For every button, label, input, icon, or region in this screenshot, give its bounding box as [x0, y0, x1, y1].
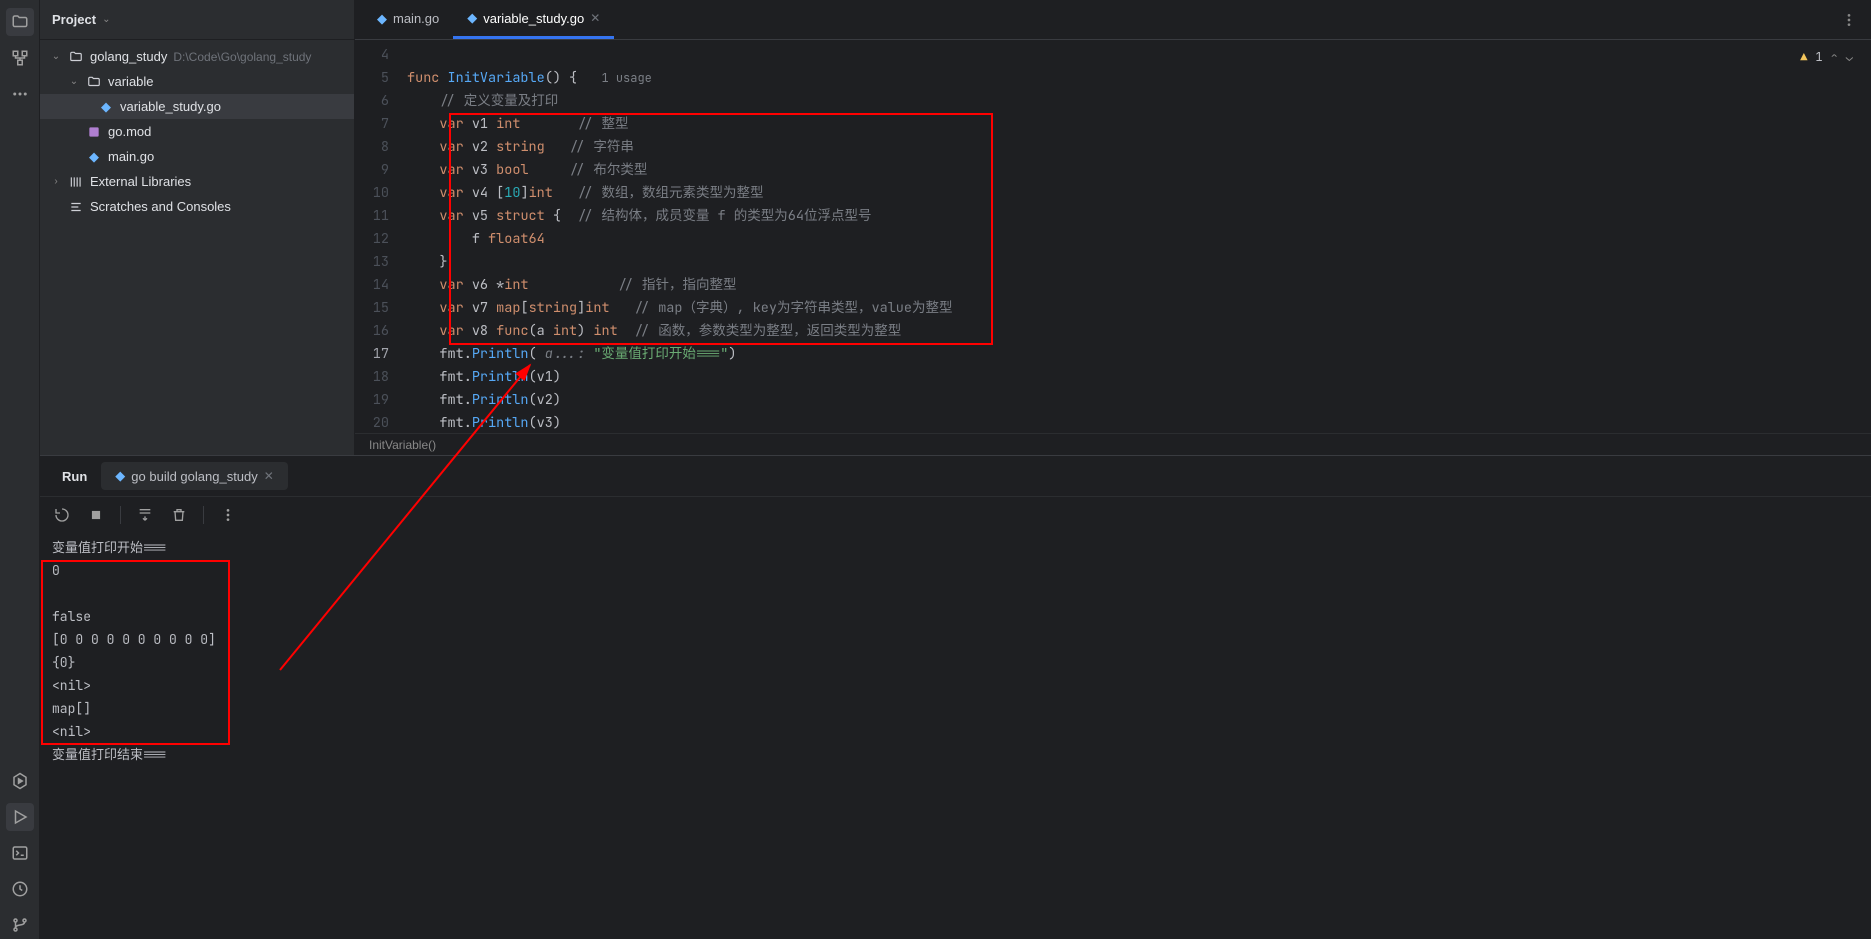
tab-main-label: main.go: [393, 11, 439, 26]
run-panel: Run ◆ go build golang_study ✕: [40, 455, 1871, 939]
scroll-end-button[interactable]: [135, 505, 155, 525]
hexagon-play-icon: [11, 772, 29, 790]
run-config-tab[interactable]: ◆ go build golang_study ✕: [101, 462, 288, 490]
tab-kebab-button[interactable]: [1827, 0, 1871, 39]
tab-variable-study-label: variable_study.go: [483, 11, 584, 26]
more-vertical-icon: [1841, 12, 1857, 28]
project-root-path: D:\Code\Go\golang_study: [173, 50, 311, 64]
external-libraries-row[interactable]: › External Libraries: [40, 169, 354, 194]
clear-button[interactable]: [169, 505, 189, 525]
git-tool-button[interactable]: [6, 911, 34, 939]
folder-icon: [86, 74, 102, 90]
project-tree: ⌄ golang_study D:\Code\Go\golang_study ⌄…: [40, 40, 354, 455]
chevron-right-icon: ›: [50, 176, 62, 187]
more-horizontal-icon: [11, 85, 29, 103]
folder-icon: [11, 13, 29, 31]
file-variable-study-row[interactable]: ◆ variable_study.go: [40, 94, 354, 119]
stop-button[interactable]: [86, 505, 106, 525]
project-panel-header[interactable]: Project ⌄: [40, 0, 354, 40]
scratches-row[interactable]: Scratches and Consoles: [40, 194, 354, 219]
go-file-icon: ◆: [86, 149, 102, 165]
services-tool-button[interactable]: [6, 767, 34, 795]
stop-icon: [89, 508, 103, 522]
inspection-bar[interactable]: ▲ 1 ⌃ ⌄: [1800, 46, 1853, 69]
progress-circle-icon: [11, 880, 29, 898]
tab-variable-study-go[interactable]: ◆ variable_study.go ✕: [453, 0, 614, 39]
rerun-icon: [54, 507, 70, 523]
left-tool-rail: [0, 0, 40, 939]
close-icon[interactable]: ✕: [264, 469, 274, 483]
file-variable-study-label: variable_study.go: [120, 99, 221, 114]
play-icon: [11, 808, 29, 826]
run-config-label: go build golang_study: [131, 469, 258, 484]
git-branch-icon: [11, 916, 29, 934]
breadcrumb-text: InitVariable(): [369, 438, 436, 452]
chevron-up-icon[interactable]: ⌃: [1831, 46, 1838, 69]
file-gomod-row[interactable]: go.mod: [40, 119, 354, 144]
trash-icon: [171, 507, 187, 523]
terminal-tool-button[interactable]: [6, 839, 34, 867]
scratches-label: Scratches and Consoles: [90, 199, 231, 214]
breadcrumb[interactable]: InitVariable(): [355, 433, 1871, 455]
file-main-row[interactable]: ◆ main.go: [40, 144, 354, 169]
go-file-icon: ◆: [377, 11, 387, 27]
gomod-file-icon: [86, 124, 102, 140]
warning-icon: ▲: [1800, 46, 1807, 69]
run-tool-button[interactable]: [6, 803, 34, 831]
go-file-icon: ◆: [98, 99, 114, 115]
project-root-row[interactable]: ⌄ golang_study D:\Code\Go\golang_study: [40, 44, 354, 69]
scratches-icon: [68, 199, 84, 215]
file-gomod-label: go.mod: [108, 124, 151, 139]
line-gutter: 4 5 6 7 8 9 10 11 12 13 14 15 16 17 18 1…: [355, 40, 407, 433]
chevron-down-icon[interactable]: ⌄: [1846, 46, 1853, 69]
project-tool-button[interactable]: [6, 8, 34, 36]
file-main-label: main.go: [108, 149, 154, 164]
project-root-label: golang_study: [90, 49, 167, 64]
go-file-icon: ◆: [115, 468, 125, 484]
code-editor[interactable]: ▲ 1 ⌃ ⌄ 4 5 6 7 8 9 10 11 12 13 14 15 16…: [355, 40, 1871, 433]
problems-tool-button[interactable]: [6, 875, 34, 903]
warning-count: 1: [1815, 46, 1822, 69]
external-libraries-label: External Libraries: [90, 174, 191, 189]
editor-area: ◆ main.go ◆ variable_study.go ✕ ▲ 1 ⌃ ⌄ …: [355, 0, 1871, 455]
chevron-down-icon: ⌄: [68, 76, 80, 87]
code-content[interactable]: func InitVariable() { 1 usage // 定义变量及打印…: [407, 40, 1871, 433]
terminal-icon: [11, 844, 29, 862]
more-tool-button[interactable]: [6, 80, 34, 108]
structure-tool-button[interactable]: [6, 44, 34, 72]
close-icon[interactable]: ✕: [590, 11, 600, 25]
run-panel-tabs: Run ◆ go build golang_study ✕: [40, 456, 1871, 496]
structure-icon: [11, 49, 29, 67]
project-panel: Project ⌄ ⌄ golang_study D:\Code\Go\gola…: [40, 0, 355, 455]
run-output[interactable]: 变量值打印开始=== 0 false [0 0 0 0 0 0 0 0 0 0]…: [40, 532, 1871, 939]
go-file-icon: ◆: [467, 10, 477, 26]
library-icon: [68, 174, 84, 190]
run-tab[interactable]: Run: [48, 456, 101, 496]
folder-variable-row[interactable]: ⌄ variable: [40, 69, 354, 94]
run-toolbar: [40, 496, 1871, 532]
folder-variable-label: variable: [108, 74, 154, 89]
chevron-down-icon: ⌄: [102, 14, 110, 25]
project-panel-title: Project: [52, 12, 96, 27]
chevron-down-icon: ⌄: [50, 51, 62, 62]
rerun-button[interactable]: [52, 505, 72, 525]
editor-tabs: ◆ main.go ◆ variable_study.go ✕: [355, 0, 1871, 40]
tab-main-go[interactable]: ◆ main.go: [363, 0, 453, 39]
run-kebab-button[interactable]: [218, 505, 238, 525]
scroll-down-icon: [137, 507, 153, 523]
folder-icon: [68, 49, 84, 65]
more-vertical-icon: [220, 507, 236, 523]
